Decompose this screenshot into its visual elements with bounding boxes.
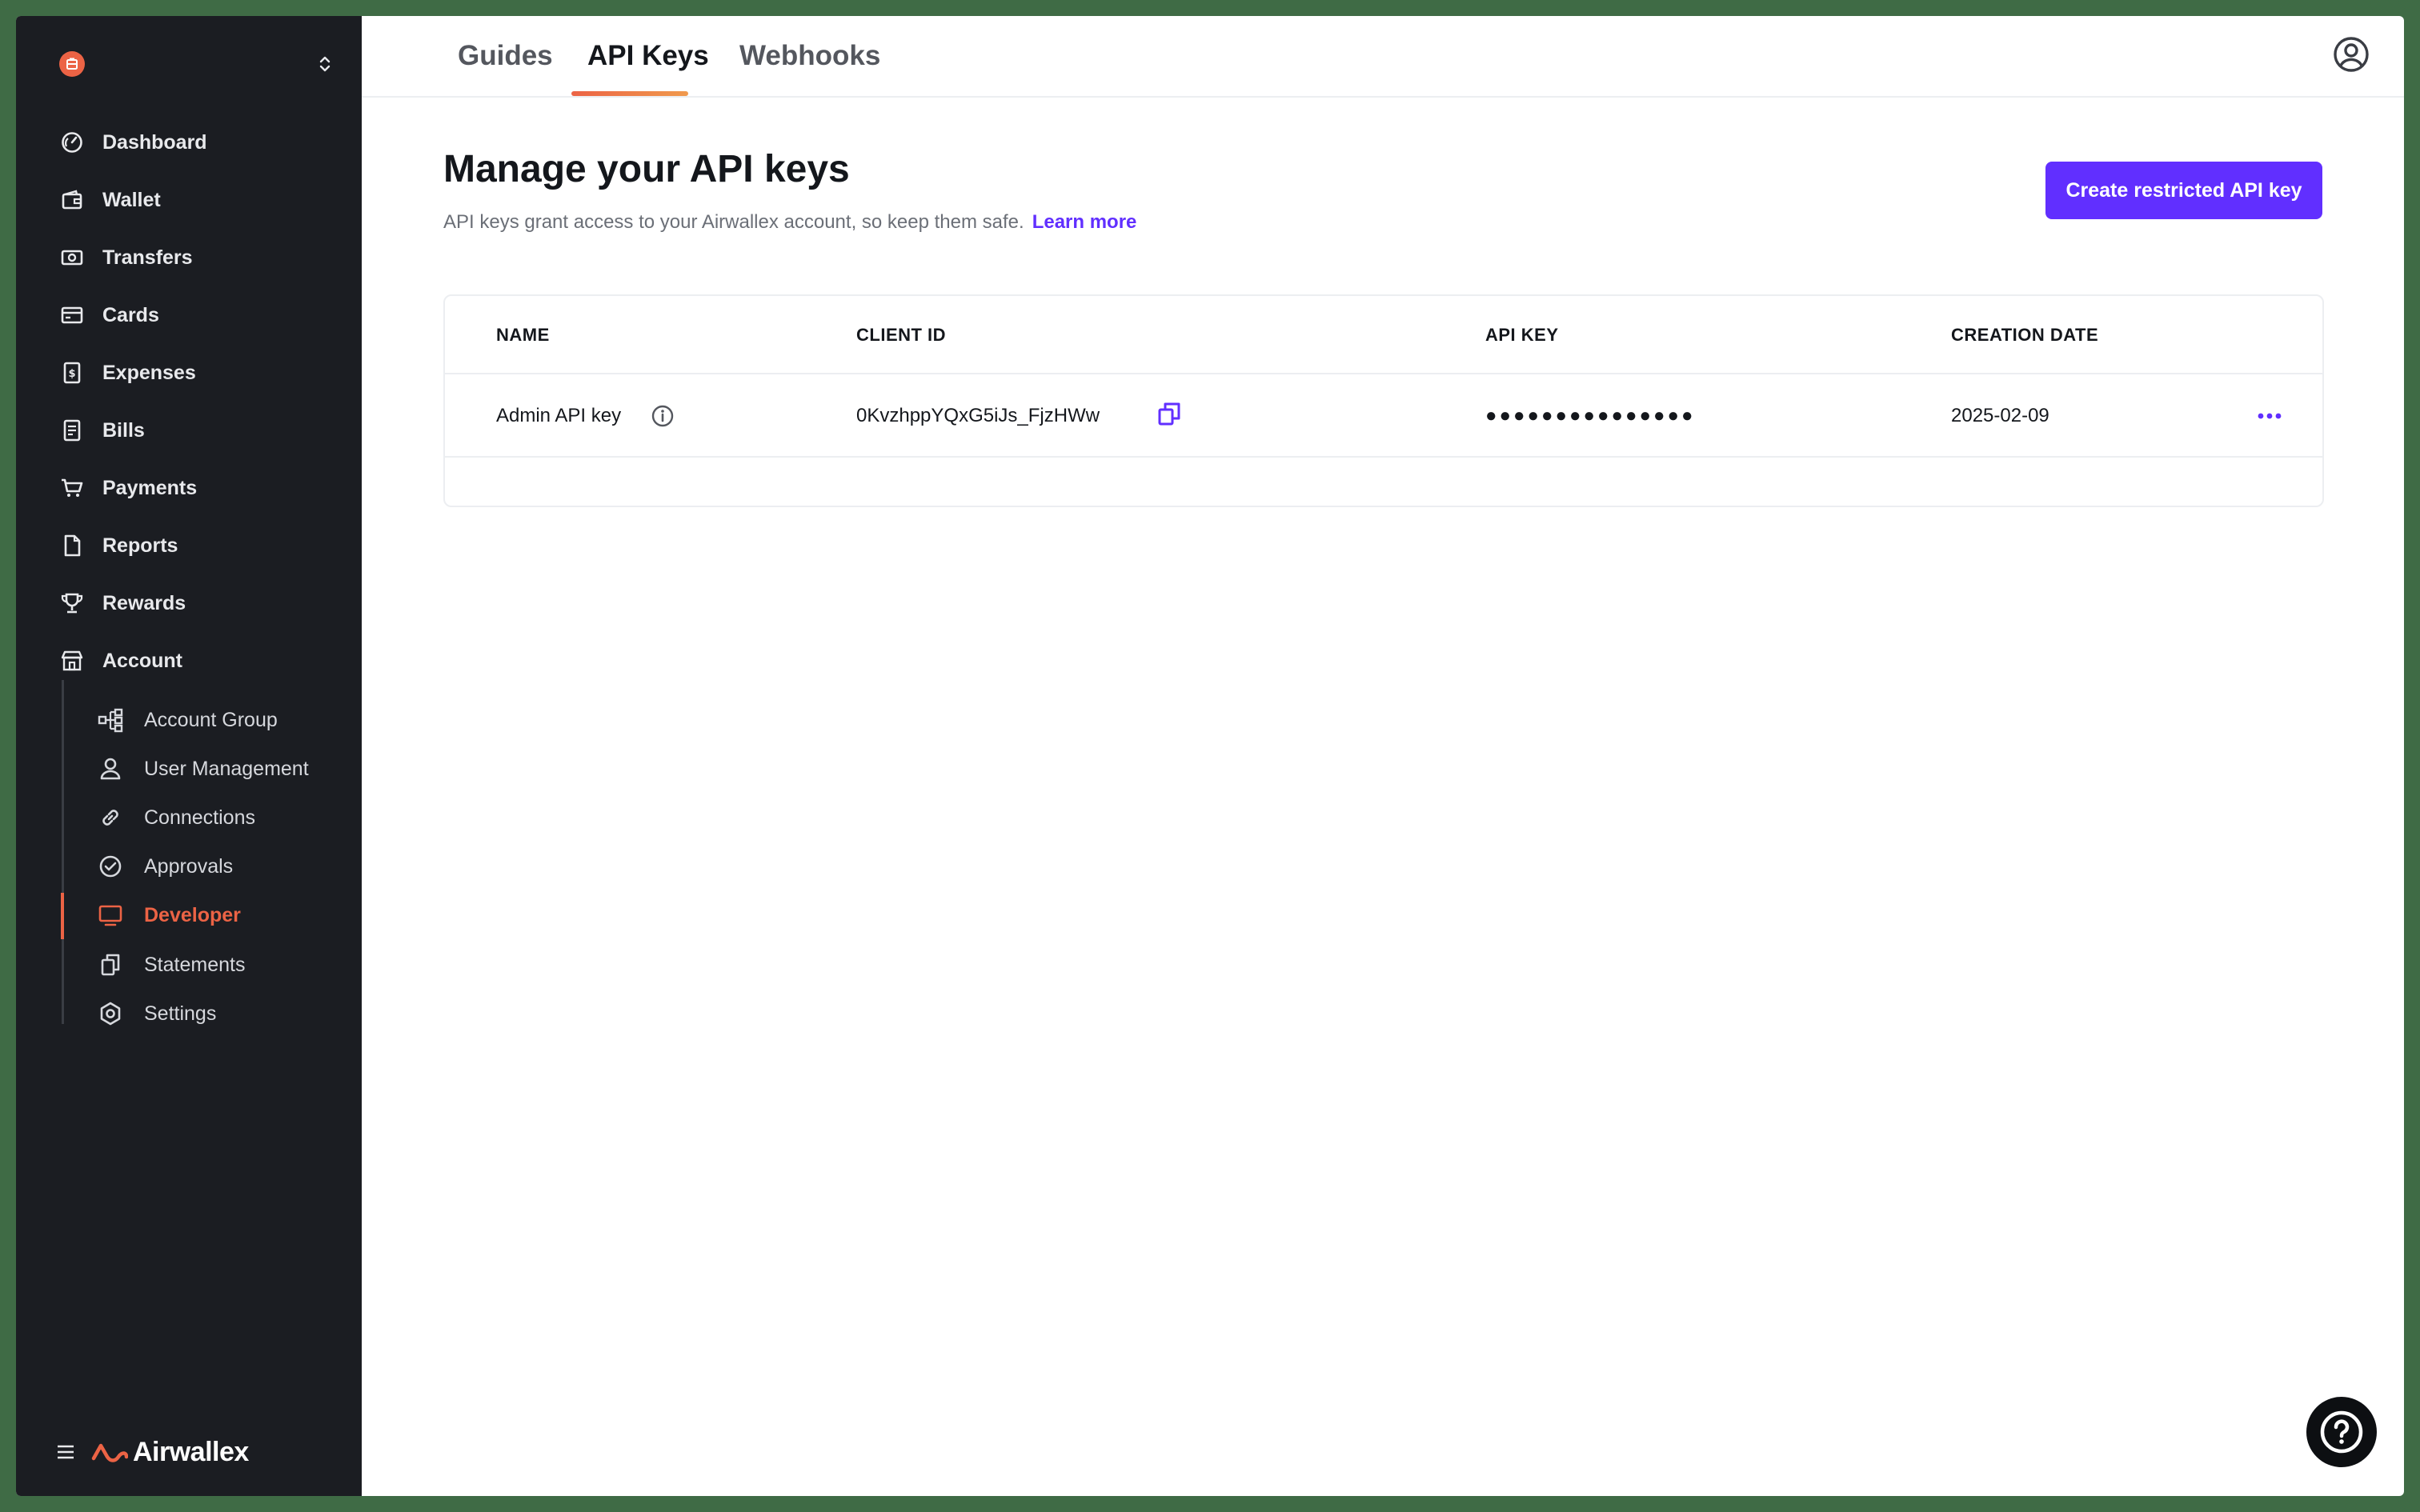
tab-guides[interactable]: Guides bbox=[458, 40, 553, 72]
sidebar-item-label: Expenses bbox=[102, 361, 196, 384]
tab-api-keys[interactable]: API Keys bbox=[587, 40, 709, 72]
settings-icon bbox=[96, 999, 125, 1028]
receipt-dollar-icon: $ bbox=[58, 358, 86, 387]
column-header-api-key: API KEY bbox=[1485, 325, 1559, 345]
top-tab-bar: Guides API Keys Webhooks bbox=[362, 16, 2404, 98]
account-switcher[interactable] bbox=[45, 48, 349, 80]
sidebar-item-label: Reports bbox=[102, 534, 178, 557]
sidebar: Dashboard Wallet Transfers Cards $ Expen… bbox=[16, 16, 362, 1496]
copy-icon[interactable] bbox=[1156, 400, 1184, 429]
info-icon[interactable] bbox=[650, 403, 675, 429]
cart-icon bbox=[58, 474, 86, 502]
sidebar-subitem-label: Approvals bbox=[144, 854, 234, 878]
column-header-creation-date: CREATION DATE bbox=[1951, 325, 2099, 345]
api-keys-table: NAME CLIENT ID API KEY CREATION DATE Adm… bbox=[443, 294, 2324, 507]
airwallex-logo-icon bbox=[91, 1443, 128, 1462]
copy-doc-icon bbox=[96, 950, 125, 979]
hierarchy-icon bbox=[96, 706, 125, 734]
tab-webhooks[interactable]: Webhooks bbox=[739, 40, 880, 72]
sidebar-subitem-account-group[interactable]: Account Group bbox=[96, 698, 352, 742]
banknote-icon bbox=[58, 243, 86, 272]
sidebar-item-bills[interactable]: Bills bbox=[45, 408, 341, 453]
building-icon bbox=[59, 51, 85, 77]
sidebar-item-label: Payments bbox=[102, 476, 198, 499]
chevron-up-down-icon[interactable] bbox=[312, 51, 338, 77]
svg-text:$: $ bbox=[68, 368, 75, 380]
sidebar-item-label: Cards bbox=[102, 303, 159, 326]
app-window: Dashboard Wallet Transfers Cards $ Expen… bbox=[16, 16, 2404, 1496]
table-header: NAME CLIENT ID API KEY CREATION DATE bbox=[445, 296, 2322, 374]
storefront-icon bbox=[58, 646, 86, 675]
trophy-icon bbox=[58, 589, 86, 618]
card-icon bbox=[58, 301, 86, 330]
sidebar-subitem-approvals[interactable]: Approvals bbox=[96, 844, 352, 889]
creation-date-value: 2025-02-09 bbox=[1951, 405, 2049, 426]
sidebar-item-cards[interactable]: Cards bbox=[45, 293, 341, 338]
check-circle-icon bbox=[96, 852, 125, 881]
table-row: Admin API key 0KvzhppYQxG5iJs_FjzHWw ●●●… bbox=[445, 374, 2322, 458]
sidebar-item-label: Bills bbox=[102, 418, 145, 442]
sidebar-item-dashboard[interactable]: Dashboard bbox=[45, 120, 341, 165]
api-key-name: Admin API key bbox=[496, 405, 622, 426]
more-options-icon[interactable] bbox=[2254, 402, 2286, 430]
sidebar-subitem-label: Account Group bbox=[144, 708, 278, 731]
page-title: Manage your API keys bbox=[443, 148, 850, 190]
sidebar-item-label: Rewards bbox=[102, 591, 186, 614]
sidebar-item-label: Account bbox=[102, 649, 182, 672]
column-header-name: NAME bbox=[496, 325, 550, 345]
sidebar-item-payments[interactable]: Payments bbox=[45, 466, 341, 510]
sidebar-subitem-label: Connections bbox=[144, 806, 255, 829]
sidebar-subitem-connections[interactable]: Connections bbox=[96, 795, 352, 840]
profile-icon[interactable] bbox=[2332, 35, 2370, 74]
brand-name: Airwallex bbox=[133, 1436, 249, 1467]
submenu-guide-line bbox=[62, 680, 64, 1024]
sidebar-subitem-settings[interactable]: Settings bbox=[96, 991, 352, 1036]
question-icon bbox=[2320, 1410, 2363, 1454]
subtitle-text: API keys grant access to your Airwallex … bbox=[443, 211, 1024, 233]
gauge-icon bbox=[58, 128, 86, 157]
hamburger-menu-icon[interactable] bbox=[51, 1438, 80, 1466]
wallet-icon bbox=[58, 186, 86, 214]
sidebar-subitem-user-management[interactable]: User Management bbox=[96, 746, 352, 791]
link-icon bbox=[96, 803, 125, 832]
sidebar-subitem-label: User Management bbox=[144, 757, 309, 780]
brand-logo: Airwallex bbox=[91, 1437, 249, 1468]
sidebar-item-wallet[interactable]: Wallet bbox=[45, 178, 341, 222]
sidebar-subitem-label: Settings bbox=[144, 1002, 217, 1025]
page-subtitle: API keys grant access to your Airwallex … bbox=[443, 211, 1136, 234]
active-indicator bbox=[61, 893, 64, 939]
sidebar-item-label: Wallet bbox=[102, 188, 161, 211]
sidebar-subitem-label: Developer bbox=[144, 903, 241, 926]
bill-icon bbox=[58, 416, 86, 445]
sidebar-subitem-statements[interactable]: Statements bbox=[96, 942, 352, 987]
sidebar-item-expenses[interactable]: $ Expenses bbox=[45, 350, 341, 395]
sidebar-item-label: Transfers bbox=[102, 246, 193, 269]
create-restricted-api-key-button[interactable]: Create restricted API key bbox=[2045, 162, 2322, 219]
column-header-client-id: CLIENT ID bbox=[856, 325, 947, 345]
help-button[interactable] bbox=[2306, 1397, 2377, 1467]
sidebar-subitem-developer[interactable]: Developer bbox=[96, 893, 352, 938]
client-id-value: 0KvzhppYQxG5iJs_FjzHWw bbox=[856, 405, 1100, 426]
sidebar-item-reports[interactable]: Reports bbox=[45, 523, 341, 568]
sidebar-subitem-label: Statements bbox=[144, 953, 246, 976]
monitor-icon bbox=[96, 901, 125, 930]
sidebar-footer: Airwallex bbox=[51, 1432, 323, 1472]
learn-more-link[interactable]: Learn more bbox=[1032, 211, 1137, 233]
sidebar-item-account[interactable]: Account bbox=[45, 638, 341, 683]
active-tab-indicator bbox=[571, 91, 688, 96]
sidebar-item-label: Dashboard bbox=[102, 130, 207, 154]
document-icon bbox=[58, 531, 86, 560]
sidebar-item-rewards[interactable]: Rewards bbox=[45, 581, 341, 626]
sidebar-item-transfers[interactable]: Transfers bbox=[45, 235, 341, 280]
user-icon bbox=[96, 754, 125, 783]
api-key-masked: ●●●●●●●●●●●●●●● bbox=[1485, 405, 1696, 426]
